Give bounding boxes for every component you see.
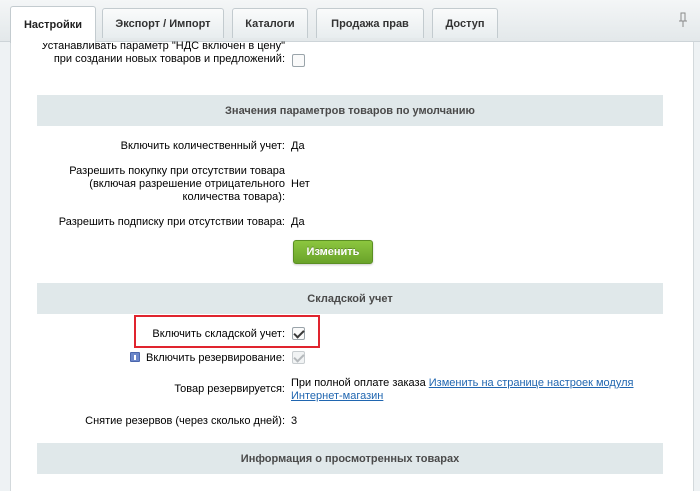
reserved-value-text: При полной оплате заказа [291, 377, 426, 389]
quantity-tracking-value: Да [291, 140, 305, 152]
tab-rights-sale[interactable]: Продажа прав [316, 8, 424, 38]
enable-warehouse-label: Включить складской учет: [152, 328, 285, 340]
change-button-label: Изменить [306, 246, 360, 258]
tab-label: Настройки [23, 19, 83, 31]
tab-catalogs[interactable]: Каталоги [232, 8, 308, 38]
reserved-value: При полной оплате заказа Изменить на стр… [291, 377, 661, 403]
section-header-viewed: Информация о просмотренных товарах [37, 443, 663, 474]
vat-checkbox[interactable] [292, 54, 305, 67]
section-title: Информация о просмотренных товарах [240, 452, 460, 465]
reserve-removal-value: 3 [291, 415, 298, 427]
section-title: Значения параметров товаров по умолчанию [225, 104, 475, 117]
tab-label: Каталоги [245, 17, 295, 30]
enable-warehouse-checkbox[interactable] [292, 327, 305, 340]
reserved-label: Товар резервируется: [174, 383, 285, 395]
vat-setting-label: Устанавливать параметр "НДС включен в це… [41, 40, 285, 65]
section-title: Складской учет [307, 292, 393, 305]
section-header-defaults: Значения параметров товаров по умолчанию [37, 95, 663, 126]
tab-settings[interactable]: Настройки [10, 6, 96, 43]
enable-reservation-checkbox[interactable] [292, 351, 305, 364]
reserve-removal-label: Снятие резервов (через сколько дней): [85, 415, 285, 427]
tab-label: Экспорт / Импорт [115, 17, 211, 30]
allow-subscription-value: Да [291, 216, 305, 228]
pin-icon[interactable] [678, 12, 688, 28]
allow-purchase-value: Нет [291, 178, 310, 190]
tab-access[interactable]: Доступ [432, 8, 498, 38]
quantity-tracking-label: Включить количественный учет: [120, 140, 285, 152]
section-header-warehouse: Складской учет [37, 283, 663, 314]
tab-bar: Настройки Экспорт / Импорт Каталоги Прод… [0, 0, 700, 43]
tab-label: Продажа прав [331, 17, 409, 30]
tab-export-import[interactable]: Экспорт / Импорт [102, 8, 224, 38]
tab-label: Доступ [445, 17, 485, 30]
settings-panel: Устанавливать параметр "НДС включен в це… [10, 40, 694, 491]
allow-subscription-label: Разрешить подписку при отсутствии товара… [58, 216, 285, 228]
enable-reservation-label: Включить резервирование: [145, 352, 285, 364]
allow-purchase-label: Разрешить покупку при отсутствии товара … [69, 165, 285, 203]
change-button[interactable]: Изменить [293, 240, 373, 264]
